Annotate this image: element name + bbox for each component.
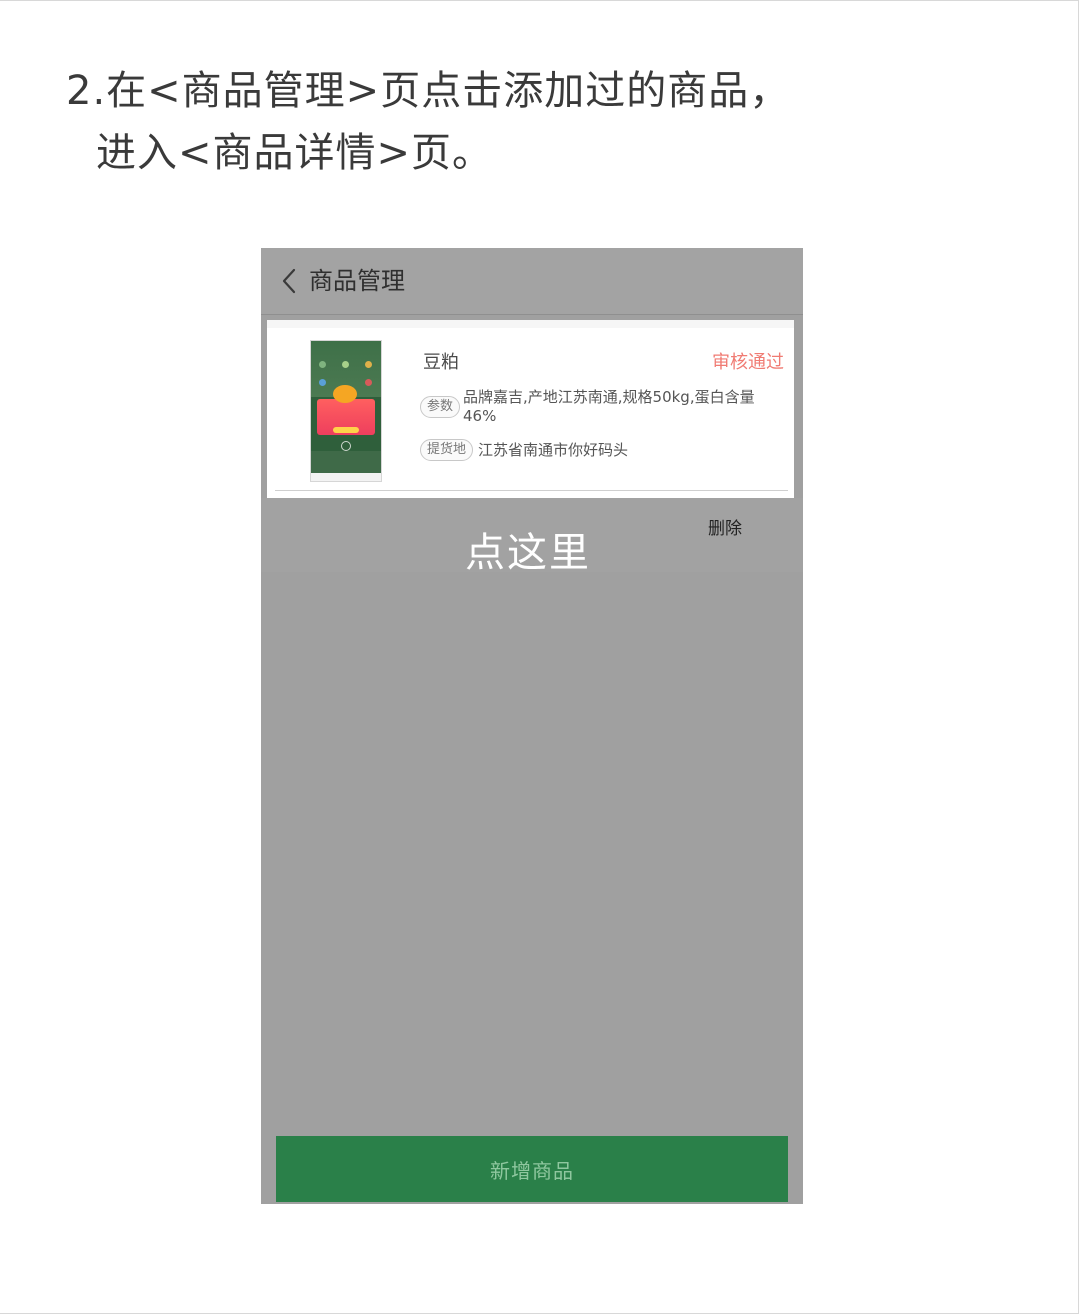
delete-button[interactable]: 删除: [708, 514, 742, 539]
instruction-text: 2.在<商品管理>页点击添加过的商品， 进入<商品详情>页。: [66, 60, 790, 184]
product-card[interactable]: 豆粕 审核通过 参数 品牌嘉吉,产地江苏南通,规格50kg,蛋白含量46% 提货…: [267, 320, 794, 498]
status-badge: 审核通过: [712, 352, 784, 373]
instruction-line-2: 进入<商品详情>页。: [96, 130, 494, 176]
product-thumbnail: [310, 340, 382, 482]
tap-here-hint: 点这里: [465, 530, 591, 576]
phone-screenshot: 商品管理 豆粕 审核通过 参数 品牌嘉吉,产地江苏南通,规格50kg,蛋白含量4…: [261, 248, 803, 1204]
page-title: 商品管理: [309, 267, 405, 295]
product-name: 豆粕: [423, 352, 459, 373]
chevron-left-icon[interactable]: [279, 266, 301, 296]
thumbnail-dot: [365, 379, 372, 386]
pickup-value: 江苏省南通市你好码头: [478, 441, 629, 459]
card-top-strip: [267, 320, 794, 328]
thumbnail-dot: [365, 361, 372, 368]
pickup-tag: 提货地: [420, 439, 474, 461]
params-tag: 参数: [420, 396, 461, 418]
thumbnail-dot: [319, 361, 326, 368]
thumbnail-dot: [342, 361, 349, 368]
thumbnail-mascot: [333, 385, 357, 403]
thumbnail-dot: [319, 379, 326, 386]
divider: [275, 490, 788, 491]
thumbnail-close-icon: [341, 441, 351, 451]
add-product-button[interactable]: 新增商品: [276, 1136, 788, 1202]
navigation-bar: 商品管理: [261, 248, 803, 315]
instruction-line-1: 2.在<商品管理>页点击添加过的商品，: [66, 68, 791, 114]
thumbnail-promo-button: [333, 427, 359, 433]
params-value: 品牌嘉吉,产地江苏南通,规格50kg,蛋白含量46%: [463, 388, 755, 425]
thumbnail-tabbar: [311, 473, 381, 481]
